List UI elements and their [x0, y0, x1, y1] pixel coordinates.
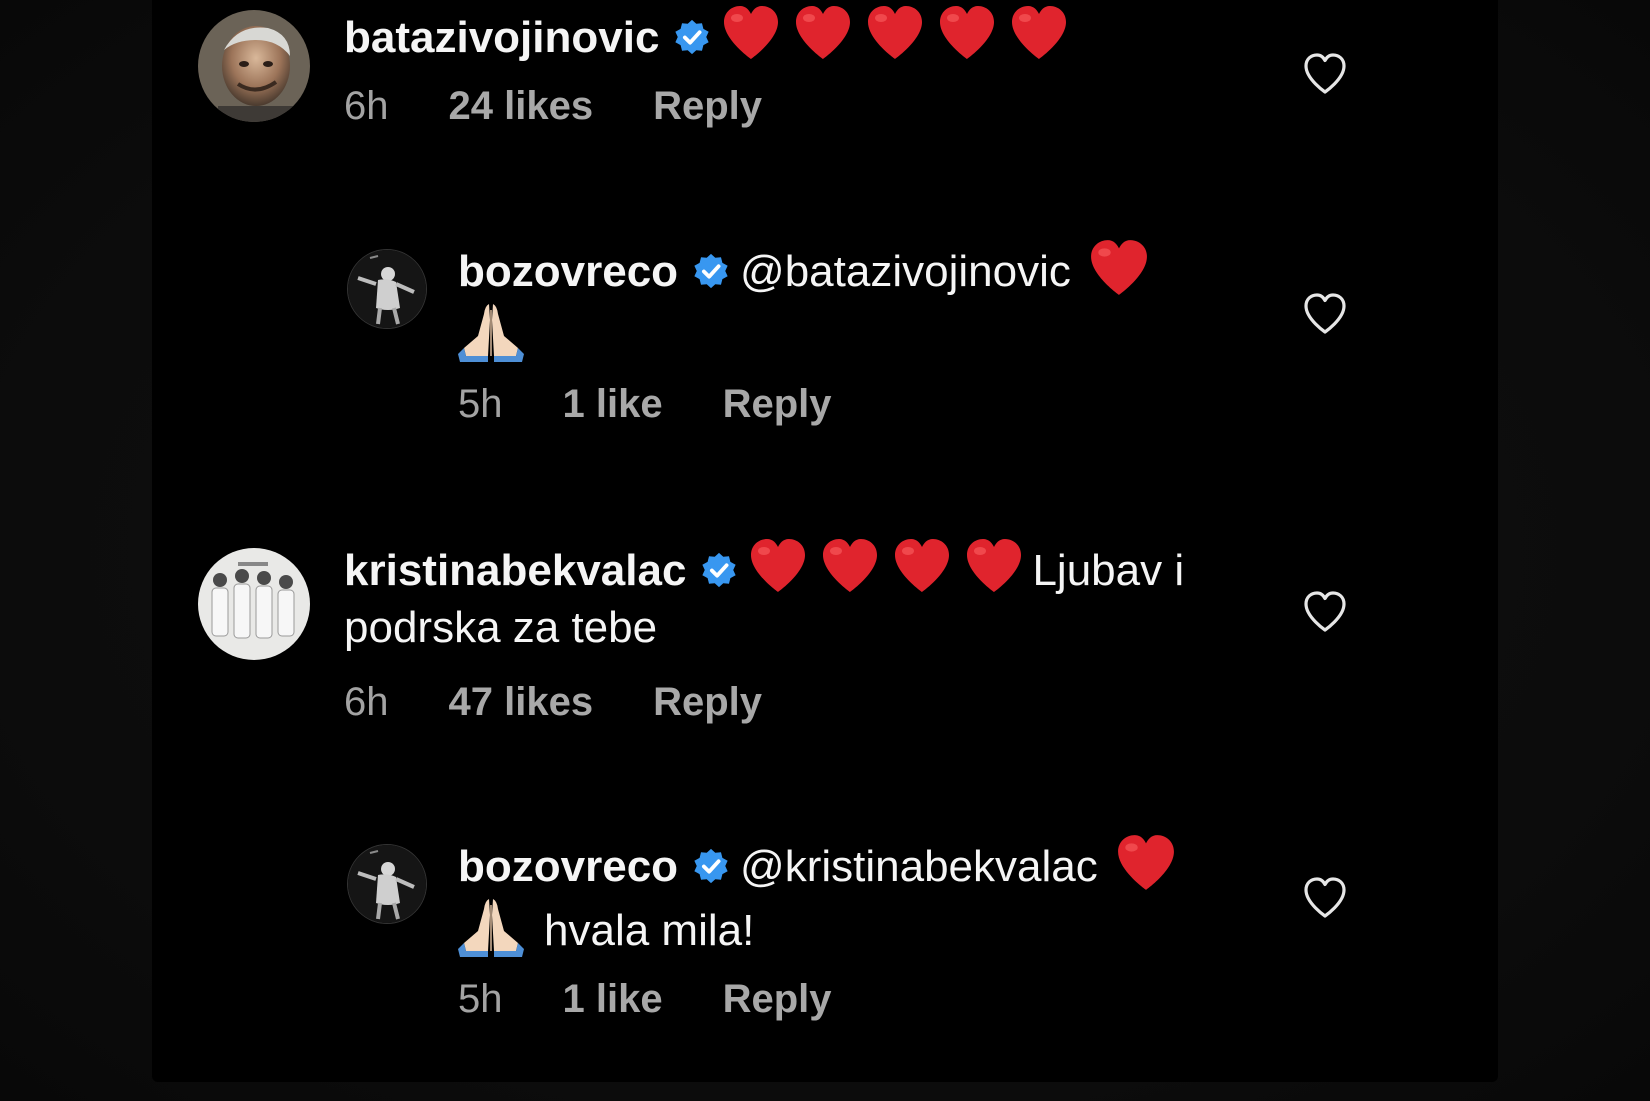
verified-badge-icon — [692, 252, 730, 290]
heart-emoji-group — [721, 6, 1077, 62]
comment-text: bozovreco @batazivojinovic — [458, 238, 1418, 364]
username[interactable]: bozovreco — [458, 842, 678, 891]
reply-button[interactable]: Reply — [653, 680, 762, 725]
username[interactable]: batazivojinovic — [344, 13, 659, 62]
avatar[interactable] — [198, 548, 310, 660]
likes-count[interactable]: 1 like — [563, 382, 663, 427]
comment-text: bozovreco @kristinabekvalac hvala mila! — [458, 833, 1418, 959]
red-heart-icon — [820, 537, 880, 595]
comments-panel: batazivojinovic 6h 24 likes Reply bozovr… — [152, 0, 1498, 1082]
screen-background: batazivojinovic 6h 24 likes Reply bozovr… — [0, 0, 1650, 1101]
avatar[interactable] — [347, 249, 427, 329]
red-heart-icon — [1009, 4, 1069, 62]
folded-hands-icon — [458, 895, 524, 957]
heart-emoji-group — [748, 539, 1032, 595]
red-heart-icon — [865, 4, 925, 62]
comment-body: hvala mila! — [544, 906, 755, 955]
like-heart-icon[interactable] — [1302, 52, 1348, 96]
like-heart-icon[interactable] — [1302, 876, 1348, 920]
likes-count[interactable]: 24 likes — [449, 84, 594, 129]
comment-time: 5h — [458, 382, 503, 426]
reply-button[interactable]: Reply — [723, 977, 832, 1022]
red-heart-icon — [964, 537, 1024, 595]
comment-text: batazivojinovic — [344, 4, 1304, 66]
verified-badge-icon — [673, 18, 711, 56]
username[interactable]: kristinabekvalac — [344, 546, 686, 595]
username[interactable]: bozovreco — [458, 247, 678, 296]
likes-count[interactable]: 1 like — [563, 977, 663, 1022]
comment-meta: 5h 1 like Reply — [458, 977, 832, 1022]
red-heart-icon — [937, 4, 997, 62]
comment-time: 6h — [344, 84, 389, 128]
comment-meta: 5h 1 like Reply — [458, 382, 832, 427]
avatar[interactable] — [347, 844, 427, 924]
folded-hands-icon — [458, 300, 524, 362]
comment-time: 6h — [344, 680, 389, 724]
mention-link[interactable]: @kristinabekvalac — [740, 842, 1098, 891]
red-heart-icon — [748, 537, 808, 595]
likes-count[interactable]: 47 likes — [449, 680, 594, 725]
comment-meta: 6h 24 likes Reply — [344, 84, 762, 129]
red-heart-icon — [1114, 833, 1178, 893]
red-heart-icon — [892, 537, 952, 595]
red-heart-icon — [793, 4, 853, 62]
comment-text: kristinabekvalac Ljubav i podrska za tebe — [344, 537, 1304, 656]
red-heart-icon — [1087, 238, 1151, 298]
comment-meta: 6h 47 likes Reply — [344, 680, 762, 725]
like-heart-icon[interactable] — [1302, 590, 1348, 634]
reply-button[interactable]: Reply — [723, 382, 832, 427]
verified-badge-icon — [700, 551, 738, 589]
avatar[interactable] — [198, 10, 310, 122]
mention-link[interactable]: @batazivojinovic — [740, 247, 1071, 296]
verified-badge-icon — [692, 847, 730, 885]
reply-button[interactable]: Reply — [653, 84, 762, 129]
red-heart-icon — [721, 4, 781, 62]
comment-time: 5h — [458, 977, 503, 1021]
like-heart-icon[interactable] — [1302, 292, 1348, 336]
